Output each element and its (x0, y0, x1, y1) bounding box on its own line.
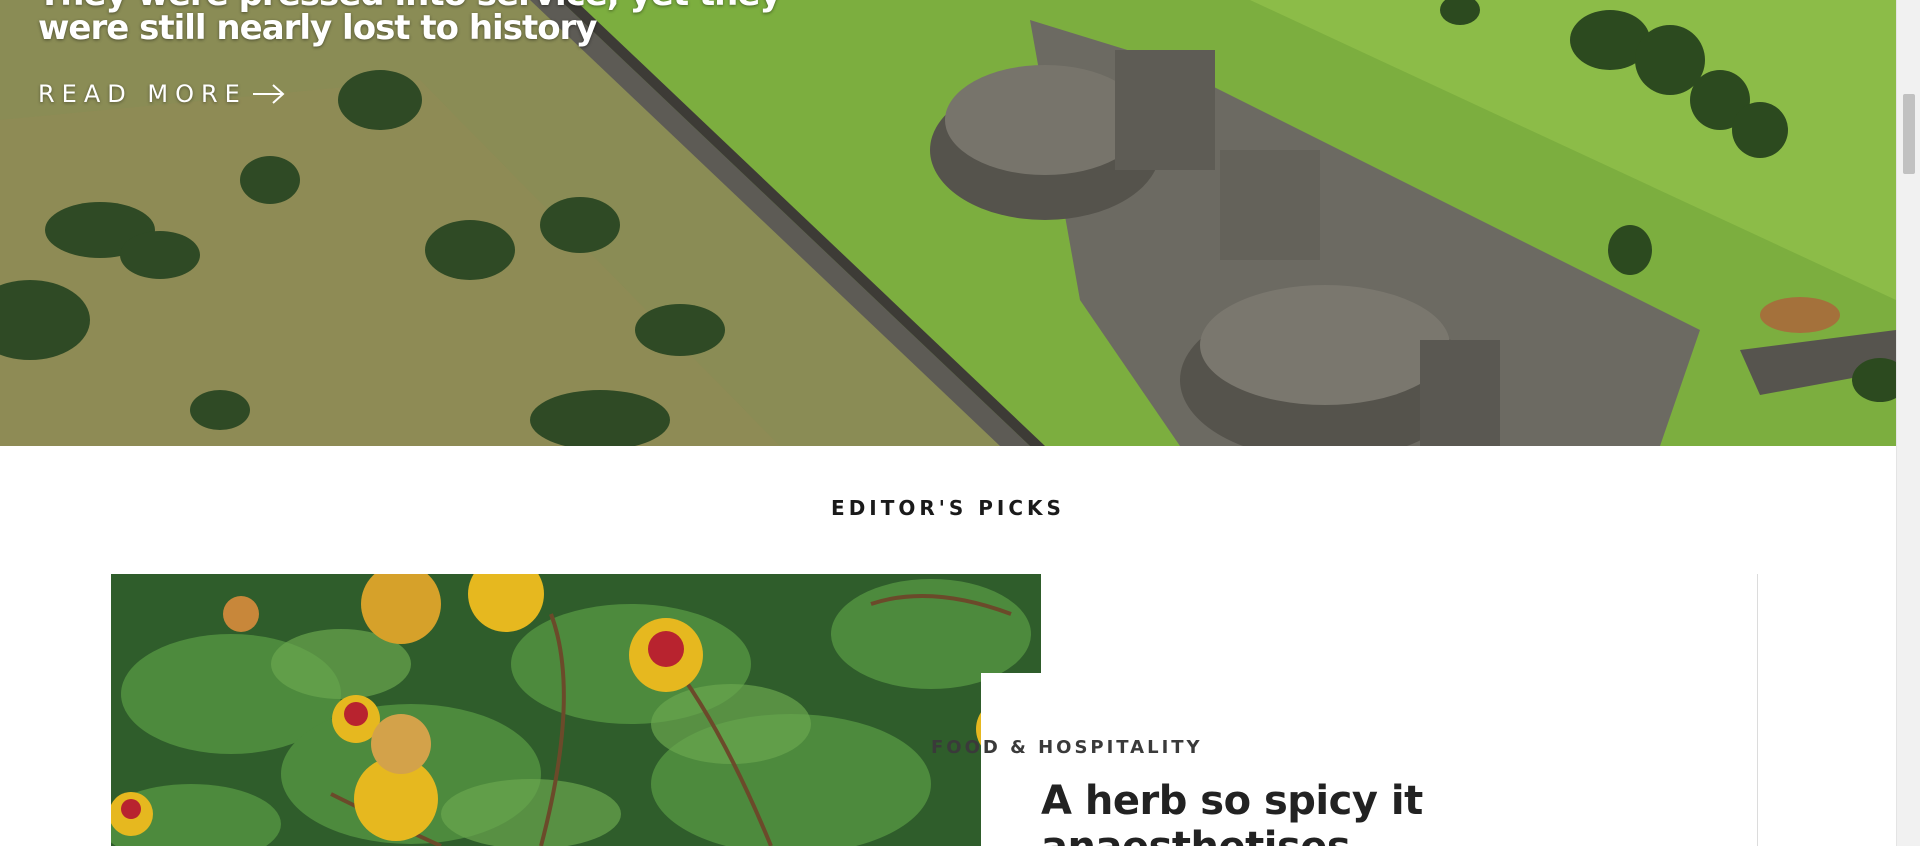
divider (1757, 574, 1758, 846)
pick-card-image[interactable] (111, 574, 1041, 846)
editors-picks-heading: EDITOR'S PICKS (831, 496, 1065, 520)
scrollbar-thumb[interactable] (1903, 94, 1915, 174)
read-more-label: READ MORE (38, 80, 247, 108)
hero-image (0, 0, 1896, 446)
page-scrollbar[interactable] (1896, 0, 1920, 846)
pick-card-title[interactable]: A herb so spicy it anaesthetises (1041, 778, 1561, 846)
hero-banner: They were pressed into service, yet they… (0, 0, 1896, 446)
pick-card-category[interactable]: FOOD & HOSPITALITY (931, 737, 1203, 758)
arrow-right-icon (252, 84, 285, 104)
hero-title[interactable]: were still nearly lost to history (38, 8, 597, 48)
read-more-link[interactable]: READ MORE (38, 80, 287, 108)
